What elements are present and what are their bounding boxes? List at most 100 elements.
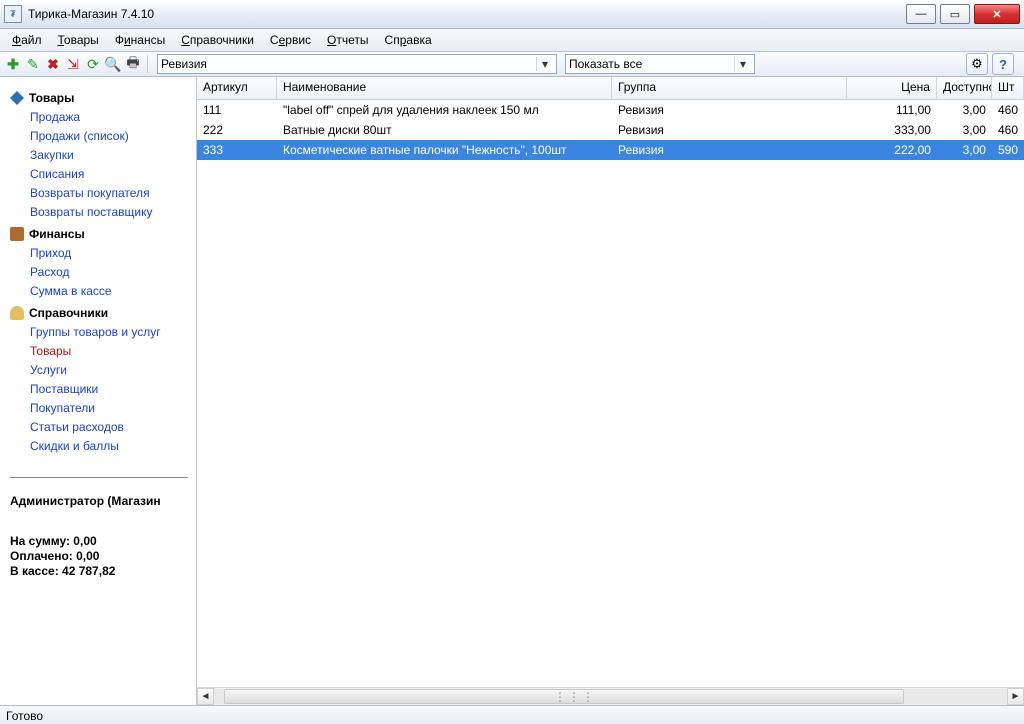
filter-combo-value: Показать все — [569, 57, 734, 71]
menu-reports[interactable]: Отчеты — [319, 31, 377, 49]
nav-customer-returns[interactable]: Возвраты покупателя — [30, 185, 188, 202]
menubar: Файл Товары Финансы Справочники Сервис О… — [0, 29, 1024, 52]
nav-suppliers[interactable]: Поставщики — [30, 381, 188, 398]
cash-line: В кассе: 42 787,82 — [10, 564, 188, 578]
table-body: 111 "label off" спрей для удаления накле… — [197, 100, 1024, 687]
scroll-left-icon[interactable]: ◄ — [197, 688, 214, 705]
cell-name: Косметические ватные палочки "Нежность",… — [277, 143, 612, 157]
menu-reference[interactable]: Справочники — [173, 31, 262, 49]
chevron-down-icon: ▾ — [536, 57, 553, 71]
cell-avail: 3,00 — [937, 103, 992, 117]
cell-unit: 460 — [992, 103, 1024, 117]
nav-purchases[interactable]: Закупки — [30, 147, 188, 164]
sum-line: На сумму: 0,00 — [10, 534, 188, 548]
nav-goods[interactable]: Товары — [30, 343, 188, 360]
chevron-down-icon: ▾ — [734, 57, 751, 71]
cell-price: 333,00 — [847, 123, 937, 137]
cell-group: Ревизия — [612, 123, 847, 137]
scroll-track[interactable]: ⋮⋮⋮ — [214, 689, 1007, 704]
col-available[interactable]: Доступно — [937, 77, 992, 99]
toolbar-right: ⚙ ? — [966, 53, 1020, 75]
nav-services[interactable]: Услуги — [30, 362, 188, 379]
nav-sales-list[interactable]: Продажи (список) — [30, 128, 188, 145]
cell-article: 222 — [197, 123, 277, 137]
link-icon[interactable]: ⇲ — [64, 55, 82, 73]
wallet-icon — [10, 227, 24, 241]
nav-discounts[interactable]: Скидки и баллы — [30, 438, 188, 455]
view-combo-value: Ревизия — [161, 57, 536, 71]
section-finance: Финансы — [10, 227, 188, 241]
cell-name: Ватные диски 80шт — [277, 123, 612, 137]
sidebar: Товары Продажа Продажи (список) Закупки … — [0, 77, 197, 705]
help-icon[interactable]: ? — [992, 53, 1014, 75]
scroll-right-icon[interactable]: ► — [1007, 688, 1024, 705]
table-row[interactable]: 333 Косметические ватные палочки "Нежнос… — [197, 140, 1024, 160]
section-finance-title: Финансы — [29, 227, 85, 241]
paid-line: Оплачено: 0,00 — [10, 549, 188, 563]
cell-name: "label off" спрей для удаления наклеек 1… — [277, 103, 612, 117]
cell-group: Ревизия — [612, 143, 847, 157]
maximize-button[interactable]: ▭ — [940, 4, 970, 24]
nav-cash-total[interactable]: Сумма в кассе — [30, 283, 188, 300]
statusbar: Готово — [0, 705, 1024, 724]
cell-group: Ревизия — [612, 103, 847, 117]
cell-price: 111,00 — [847, 103, 937, 117]
nav-customers[interactable]: Покупатели — [30, 400, 188, 417]
col-group[interactable]: Группа — [612, 77, 847, 99]
scroll-thumb[interactable]: ⋮⋮⋮ — [224, 689, 904, 704]
section-reference: Справочники — [10, 306, 188, 320]
col-unit[interactable]: Шт — [992, 77, 1024, 99]
nav-supplier-returns[interactable]: Возвраты поставщику — [30, 204, 188, 221]
nav-expense-items[interactable]: Статьи расходов — [30, 419, 188, 436]
nav-income[interactable]: Приход — [30, 245, 188, 262]
content-area: Артикул Наименование Группа Цена Доступн… — [197, 77, 1024, 705]
col-article[interactable]: Артикул — [197, 77, 277, 99]
table-row[interactable]: 222 Ватные диски 80шт Ревизия 333,00 3,0… — [197, 120, 1024, 140]
box-icon — [10, 91, 24, 105]
grip-icon: ⋮⋮⋮ — [554, 690, 574, 704]
gear-icon[interactable]: ⚙ — [966, 53, 988, 75]
close-button[interactable]: ✕ — [974, 4, 1020, 24]
section-goods: Товары — [10, 91, 188, 105]
edit-icon[interactable]: ✎ — [24, 55, 42, 73]
menu-finance[interactable]: Финансы — [107, 31, 173, 49]
delete-icon[interactable]: ✖ — [44, 55, 62, 73]
folder-icon — [10, 306, 24, 320]
cell-avail: 3,00 — [937, 143, 992, 157]
toolbar: ✚ ✎ ✖ ⇲ ⟳ 🔍 🖶 Ревизия ▾ Показать все ▾ ⚙… — [0, 52, 1024, 77]
col-name[interactable]: Наименование — [277, 77, 612, 99]
cell-price: 222,00 — [847, 143, 937, 157]
refresh-icon[interactable]: ⟳ — [84, 55, 102, 73]
menu-file[interactable]: Файл — [4, 31, 50, 49]
window-buttons: — ▭ ✕ — [906, 4, 1020, 24]
filter-combo[interactable]: Показать все ▾ — [565, 54, 755, 74]
cell-article: 111 — [197, 103, 277, 117]
cell-unit: 460 — [992, 123, 1024, 137]
add-icon[interactable]: ✚ — [4, 55, 22, 73]
section-reference-title: Справочники — [29, 306, 108, 320]
cell-unit: 590 — [992, 143, 1024, 157]
status-text: Готово — [6, 709, 43, 723]
sidebar-divider — [10, 477, 188, 478]
menu-help[interactable]: Справка — [377, 31, 440, 49]
nav-writeoffs[interactable]: Списания — [30, 166, 188, 183]
table-row[interactable]: 111 "label off" спрей для удаления накле… — [197, 100, 1024, 120]
app-icon: ₮ — [4, 5, 22, 23]
menu-service[interactable]: Сервис — [262, 31, 319, 49]
admin-label: Администратор (Магазин — [10, 494, 188, 508]
section-goods-title: Товары — [29, 91, 74, 105]
minimize-button[interactable]: — — [906, 4, 936, 24]
nav-sale[interactable]: Продажа — [30, 109, 188, 126]
search-icon[interactable]: 🔍 — [104, 55, 122, 73]
toolbar-separator — [147, 55, 148, 73]
nav-expense[interactable]: Расход — [30, 264, 188, 281]
print-icon[interactable]: 🖶 — [124, 55, 142, 73]
col-price[interactable]: Цена — [847, 77, 937, 99]
nav-groups[interactable]: Группы товаров и услуг — [30, 324, 188, 341]
menu-goods[interactable]: Товары — [50, 31, 107, 49]
window-title: Тирика-Магазин 7.4.10 — [28, 7, 906, 21]
titlebar: ₮ Тирика-Магазин 7.4.10 — ▭ ✕ — [0, 0, 1024, 29]
view-combo[interactable]: Ревизия ▾ — [157, 54, 557, 74]
horizontal-scrollbar[interactable]: ◄ ⋮⋮⋮ ► — [197, 687, 1024, 705]
table-header: Артикул Наименование Группа Цена Доступн… — [197, 77, 1024, 100]
